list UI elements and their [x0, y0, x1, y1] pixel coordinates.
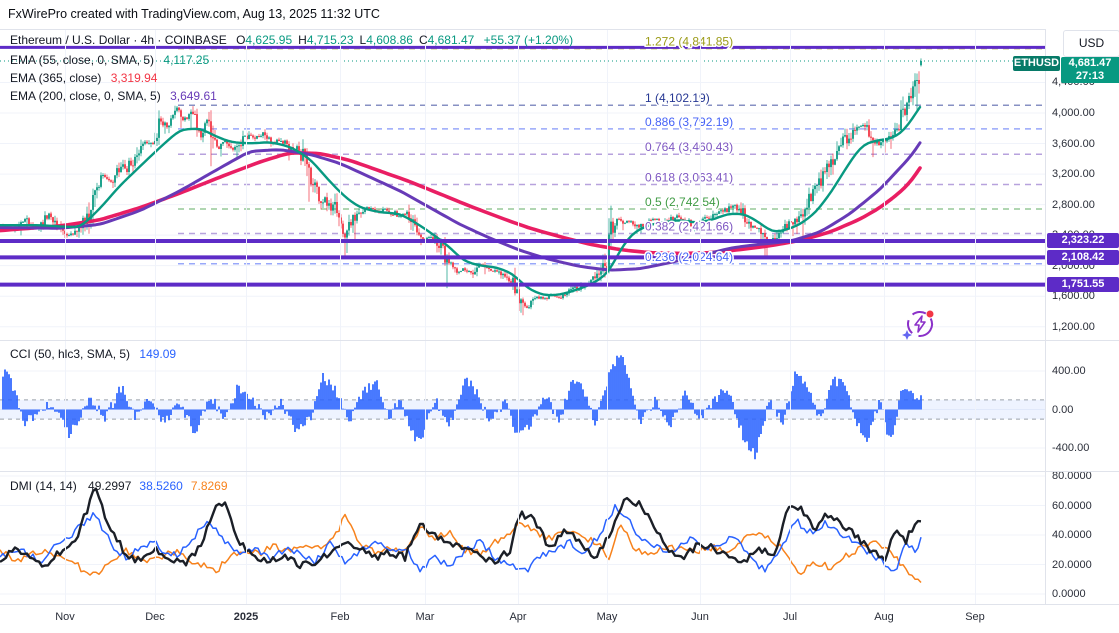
ohlc-item: H4,715.23 [298, 33, 354, 47]
month-label: May [596, 611, 618, 623]
month-label: Jul [782, 611, 798, 623]
svg-text:0.382 (2,421.66): 0.382 (2,421.66) [645, 219, 733, 233]
ema55-label: EMA (55, close, 0, SMA, 5) [10, 53, 155, 67]
cci-tick: -400.00 [1052, 442, 1090, 454]
cci-label: CCI (50, hlc3, SMA, 5) [10, 347, 131, 361]
last-price-value: 4,681.47 [1068, 56, 1112, 69]
bar-countdown: 27:13 [1075, 69, 1105, 82]
month-label: Sep [965, 611, 985, 623]
cci-value: 149.09 [139, 347, 177, 361]
tradingview-chart-window: { "attribution": "FxWirePro created with… [0, 0, 1119, 633]
ema365-value: 3,319.94 [110, 71, 158, 85]
cci-tick: 400.00 [1052, 365, 1086, 377]
price-tick: 2,800.00 [1052, 198, 1095, 211]
ema200-legend-row[interactable]: EMA (200, close, 0, SMA, 5) 3,649.61 [10, 89, 217, 103]
price-cci-divider[interactable] [0, 340, 1119, 341]
ema365-label: EMA (365, close) [10, 71, 102, 85]
ohlc-item: C4,681.47 [418, 33, 475, 47]
cci-dmi-divider[interactable] [0, 471, 1119, 472]
price-tick: 3,600.00 [1052, 137, 1095, 150]
dmi-legend-row[interactable]: DMI (14, 14) 49.2997 38.5260 7.8269 [10, 479, 228, 493]
svg-text:0.236 (2,024.64): 0.236 (2,024.64) [645, 250, 733, 264]
ema55-value: 4,117.25 [163, 53, 210, 67]
flash-ai-icon [902, 310, 934, 340]
dmi-values: 49.2997 38.5260 7.8269 [80, 479, 227, 493]
ema55-legend-row[interactable]: EMA (55, close, 0, SMA, 5) 4,117.25 [10, 53, 209, 67]
dmi-tick: 20.0000 [1052, 558, 1092, 571]
month-label: Dec [145, 611, 165, 623]
ohlc-values: O4,625.95 H4,715.23 L4,608.86 C4,681.47 [230, 33, 474, 47]
price-tick: 3,200.00 [1052, 168, 1095, 181]
last-price-badge: 4,681.47 27:13 [1061, 56, 1119, 83]
month-label: 2025 [233, 611, 259, 623]
month-label: Feb [330, 611, 350, 623]
dmi-value: 49.2997 [88, 479, 132, 493]
symbol-legend-row[interactable]: Ethereum / U.S. Dollar · 4h · COINBASE O… [10, 33, 573, 47]
dmi-value: 38.5260 [139, 479, 183, 493]
ohlc-item: L4,608.86 [359, 33, 413, 47]
dmi-label: DMI (14, 14) [10, 479, 77, 493]
ema200-value: 3,649.61 [170, 89, 217, 103]
month-label: Nov [55, 611, 75, 623]
dmi-tick: 40.0000 [1052, 529, 1092, 541]
price-tick: 1,200.00 [1052, 320, 1095, 333]
dmi-tick: 60.0000 [1052, 499, 1092, 512]
change-value: +55.37 (+1.20%) [483, 33, 574, 47]
ray-price-badge: 1,751.55 [1047, 277, 1119, 293]
dmi-value: 7.8269 [190, 479, 228, 493]
month-label: Jun [691, 611, 709, 623]
ray-price-badge: 2,323.22 [1047, 233, 1119, 249]
dmi-tick: 0.0000 [1052, 588, 1086, 600]
cci-tick: 0.00 [1052, 403, 1074, 416]
ema200-label: EMA (200, close, 0, SMA, 5) [10, 89, 161, 103]
price-scale-border [1045, 29, 1046, 604]
ray-price-badge: 2,108.42 [1047, 249, 1119, 265]
month-label: Aug [874, 611, 894, 623]
symbol-title: Ethereum / U.S. Dollar · 4h · COINBASE [10, 33, 227, 47]
symbol-badge[interactable]: ETHUSD [1013, 56, 1060, 71]
svg-text:0.886 (3,792.19): 0.886 (3,792.19) [645, 115, 733, 129]
price-tick: 4,000.00 [1052, 107, 1095, 119]
svg-text:0.5 (2,742.54): 0.5 (2,742.54) [645, 195, 720, 209]
cci-legend-row[interactable]: CCI (50, hlc3, SMA, 5) 149.09 [10, 347, 176, 361]
ohlc-item: O4,625.95 [236, 33, 293, 47]
svg-text:1.272 (4,841.85): 1.272 (4,841.85) [645, 35, 733, 49]
ema365-legend-row[interactable]: EMA (365, close) 3,319.94 [10, 71, 157, 85]
currency-usd-button[interactable]: USD [1063, 30, 1119, 57]
svg-text:0.618 (3,063.41): 0.618 (3,063.41) [645, 170, 733, 184]
time-axis-divider [0, 604, 1119, 605]
month-label: Mar [415, 611, 435, 623]
month-label: Apr [509, 611, 527, 623]
svg-text:0.764 (3,460.43): 0.764 (3,460.43) [645, 140, 733, 154]
